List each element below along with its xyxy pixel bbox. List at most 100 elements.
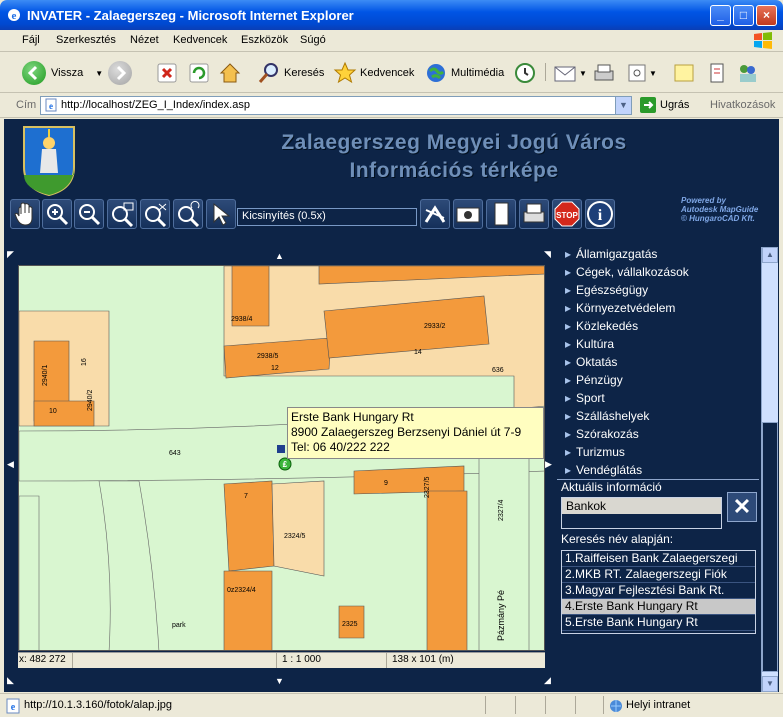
category-item[interactable]: Pénzügy xyxy=(565,373,623,387)
messenger-button[interactable] xyxy=(706,59,728,87)
back-button[interactable]: Vissza ▼ xyxy=(22,59,103,87)
category-item[interactable]: Kultúra xyxy=(565,337,614,351)
zoom-out-tool[interactable] xyxy=(74,199,104,229)
menu-file[interactable]: Fájl xyxy=(22,34,40,46)
category-item[interactable]: Szálláshelyek xyxy=(565,409,649,423)
pan-tool[interactable] xyxy=(10,199,40,229)
select-tool[interactable] xyxy=(206,199,236,229)
map-status-row: x: 482 272 1 : 1 000 138 x 101 (m) xyxy=(18,652,545,668)
current-info-value[interactable]: Bankok xyxy=(562,498,721,514)
pan-sw-arrow[interactable]: ◣ xyxy=(7,675,14,686)
map-label: 2324/5 xyxy=(284,533,306,540)
scroll-down-icon[interactable]: ▼ xyxy=(762,676,778,692)
pan-west-arrow[interactable]: ◀ xyxy=(7,459,14,470)
print-map-tool[interactable] xyxy=(519,199,549,229)
menu-bar: Fájl Szerkesztés Nézet Kedvencek Eszközö… xyxy=(0,30,783,52)
page-status-icon: e xyxy=(6,698,20,714)
mail-dropdown-icon[interactable]: ▼ xyxy=(579,69,587,78)
zoom-in-tool[interactable] xyxy=(42,199,72,229)
city-crest-icon xyxy=(23,126,75,197)
back-dropdown-icon[interactable]: ▼ xyxy=(95,69,103,78)
print-button[interactable] xyxy=(592,59,616,87)
category-item[interactable]: Környezetvédelem xyxy=(565,301,675,315)
category-item[interactable]: Vendéglátás xyxy=(565,463,642,477)
info-tool[interactable]: i xyxy=(585,199,615,229)
category-item[interactable]: Oktatás xyxy=(565,355,617,369)
minimize-button[interactable]: _ xyxy=(710,5,731,26)
map-label: 9 xyxy=(384,480,388,487)
address-label: Cím xyxy=(16,99,37,111)
category-item[interactable]: Államigazgatás xyxy=(565,247,657,261)
zoom-scale-select[interactable]: Kicsinyítés (0.5x) xyxy=(237,208,417,226)
pan-south-arrow[interactable]: ▼ xyxy=(275,676,284,686)
clear-info-button[interactable]: ✕ xyxy=(727,492,757,522)
zoom-extent-tool[interactable] xyxy=(140,199,170,229)
go-label: Ugrás xyxy=(660,99,690,111)
screenshot-tool[interactable] xyxy=(453,199,483,229)
category-item[interactable]: Szórakozás xyxy=(565,427,639,441)
stop-tool[interactable]: STOP xyxy=(552,199,582,229)
search-result-list[interactable]: 1.Raiffeisen Bank Zalaegerszegi 2.MKB RT… xyxy=(561,550,756,634)
zoom-window-tool[interactable] xyxy=(107,199,137,229)
messenger-icon-button[interactable] xyxy=(736,59,760,87)
result-item[interactable]: 5.Erste Bank Hungary Rt xyxy=(562,615,755,631)
go-button[interactable]: Ugrás xyxy=(640,97,689,113)
legend-tool[interactable] xyxy=(486,199,516,229)
category-item[interactable]: Közlekedés xyxy=(565,319,638,333)
tooltip-phone: Tel: 06 40/222 222 xyxy=(291,440,390,454)
street-label: Pázmány Pé xyxy=(496,590,506,641)
links-toolbar[interactable]: Hivatkozások xyxy=(710,99,775,111)
status-url: http://10.1.3.160/fotok/alap.jpg xyxy=(24,699,173,711)
hand-icon xyxy=(14,202,33,226)
mail-button[interactable]: ▼ xyxy=(553,59,587,87)
category-item[interactable]: Sport xyxy=(565,391,605,405)
discuss-button[interactable] xyxy=(673,59,695,87)
window-title: INVATER - Zalaegerszeg - Microsoft Inter… xyxy=(27,8,354,23)
forward-button[interactable] xyxy=(108,59,132,87)
menu-view[interactable]: Nézet xyxy=(130,34,159,46)
address-input[interactable]: e http://localhost/ZEG_I_Index/index.asp… xyxy=(40,96,632,115)
pan-ne-arrow[interactable]: ◥ xyxy=(544,249,551,260)
menu-favorites[interactable]: Kedvencek xyxy=(173,34,227,46)
pan-north-arrow[interactable]: ▲ xyxy=(275,251,284,261)
layers-tool[interactable] xyxy=(420,199,450,229)
result-item[interactable]: 3.Magyar Fejlesztési Bank Rt. xyxy=(562,583,755,599)
map-view[interactable]: 2938/4 2938/5 12 2933/2 14 636 2940/1 10… xyxy=(18,265,545,651)
category-item[interactable]: Turizmus xyxy=(565,445,625,459)
media-button[interactable]: Multimédia xyxy=(424,59,504,87)
pan-east-arrow[interactable]: ▶ xyxy=(545,459,552,470)
stop-button[interactable] xyxy=(156,59,178,87)
favorites-button[interactable]: Kedvencek xyxy=(333,59,414,87)
page-scrollbar[interactable]: ▲ ▼ xyxy=(761,247,778,692)
pan-se-arrow[interactable]: ◢ xyxy=(544,675,551,686)
scroll-thumb[interactable] xyxy=(762,422,778,672)
home-button[interactable] xyxy=(218,59,242,87)
category-item[interactable]: Cégek, vállalkozások xyxy=(565,265,689,279)
menu-edit[interactable]: Szerkesztés xyxy=(56,34,116,46)
history-button[interactable] xyxy=(513,59,537,87)
category-item[interactable]: Egészségügy xyxy=(565,283,648,297)
result-item[interactable]: 2.MKB RT. Zalaegerszegi Fiók xyxy=(562,567,755,583)
result-item[interactable]: 1.Raiffeisen Bank Zalaegerszegi xyxy=(562,551,755,567)
search-button[interactable]: Keresés xyxy=(257,59,324,87)
zoom-previous-tool[interactable] xyxy=(173,199,203,229)
scroll-up-icon[interactable]: ▲ xyxy=(762,247,778,263)
menu-help[interactable]: Súgó xyxy=(300,34,326,46)
address-dropdown-icon[interactable]: ▼ xyxy=(615,97,631,114)
refresh-button[interactable] xyxy=(188,59,210,87)
pan-nw-arrow[interactable]: ◤ xyxy=(7,249,14,260)
result-item-selected[interactable]: 4.Erste Bank Hungary Rt xyxy=(562,599,755,615)
map-scale: 1 : 1 000 xyxy=(282,654,321,665)
edit-button[interactable]: ▼ xyxy=(627,59,657,87)
map-coordinates: x: 482 272 xyxy=(19,654,66,665)
ie-icon: e xyxy=(8,9,20,22)
edit-dropdown-icon[interactable]: ▼ xyxy=(649,69,657,78)
menu-tools[interactable]: Eszközök xyxy=(241,34,288,46)
intranet-zone-icon xyxy=(610,700,622,712)
maximize-button[interactable]: □ xyxy=(733,5,754,26)
close-window-button[interactable]: × xyxy=(756,5,777,26)
bank-flag-icon[interactable] xyxy=(277,445,285,453)
note-icon xyxy=(674,64,694,82)
map-label: 12 xyxy=(271,365,279,372)
map-label: 2325 xyxy=(342,621,358,628)
